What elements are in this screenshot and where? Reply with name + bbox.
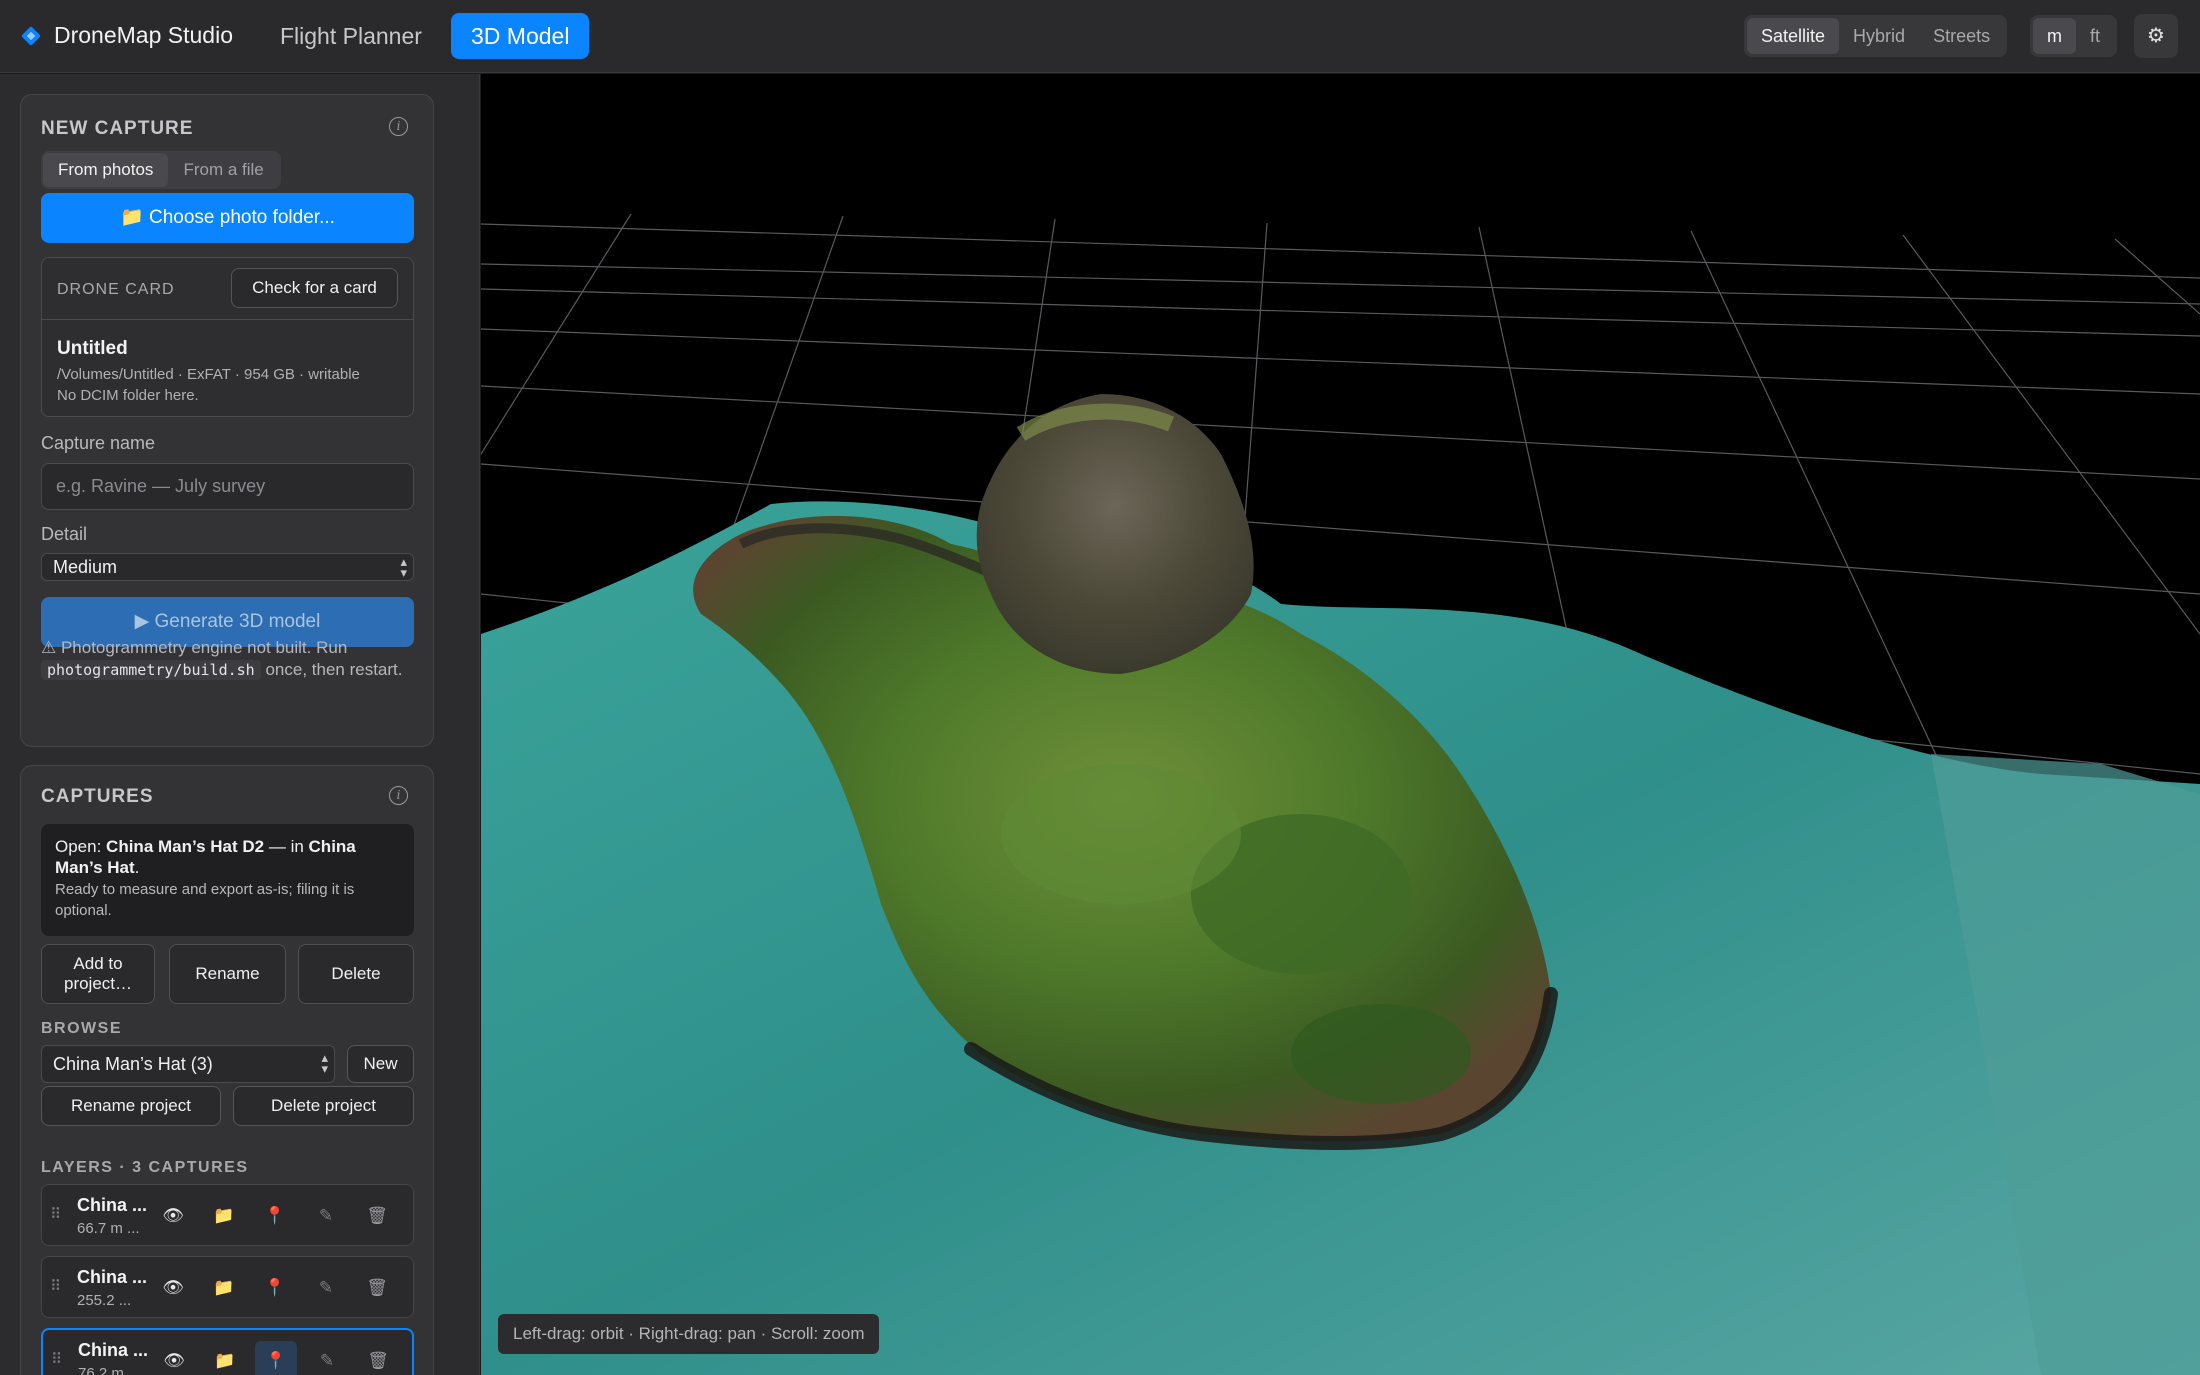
measure-icon[interactable]: 📍 [254, 1196, 296, 1236]
drone-card-panel: DRONE CARD Check for a card Untitled /Vo… [41, 257, 414, 417]
units-meters[interactable]: m [2033, 18, 2076, 54]
drone-card-header: DRONE CARD Check for a card [42, 258, 413, 320]
trash-icon[interactable]: 🗑 [357, 1341, 399, 1375]
detail-label: Detail [41, 524, 88, 544]
engine-warning: ⚠ Photogrammetry engine not built. Run p… [41, 637, 421, 681]
detail-value: Medium [53, 557, 118, 577]
vegetation-patch [1001, 764, 1241, 904]
rename-capture-button[interactable]: Rename [169, 944, 286, 1004]
capture-name-input[interactable] [41, 463, 414, 510]
open-capture-status: Open: China Man’s Hat D2 — in China Man’… [41, 824, 414, 936]
map-style-hybrid[interactable]: Hybrid [1839, 18, 1919, 54]
open-capture-note: Ready to measure and export as-is; filin… [55, 881, 355, 919]
gear-icon: ⚙ [2147, 25, 2165, 47]
captures-panel: CAPTURES i Open: China Man’s Hat D2 — in… [20, 765, 434, 1375]
tab-flight-planner[interactable]: Flight Planner [260, 13, 442, 59]
check-card-button[interactable]: Check for a card [231, 268, 398, 308]
drone-card-name: Untitled [57, 338, 128, 359]
app-brand: DroneMap Studio [20, 22, 233, 49]
eye-icon[interactable]: 👁 [153, 1341, 195, 1375]
folder-icon[interactable]: 📁 [203, 1196, 245, 1236]
sidebar: NEW CAPTURE i From photos From a file 📁 … [0, 74, 480, 1375]
map-style-satellite[interactable]: Satellite [1747, 18, 1840, 54]
edit-icon[interactable]: ✎ [306, 1341, 348, 1375]
choose-photo-folder-button[interactable]: 📁 Choose photo folder... [41, 193, 414, 243]
new-project-button[interactable]: New [347, 1045, 414, 1083]
source-from-photos[interactable]: From photos [43, 153, 169, 187]
app-logo-icon [20, 25, 42, 47]
rename-project-button[interactable]: Rename project [41, 1086, 221, 1126]
units-feet[interactable]: ft [2076, 18, 2114, 54]
measure-icon[interactable]: 📍 [255, 1341, 297, 1375]
map-style-streets[interactable]: Streets [1919, 18, 2004, 54]
updown-chevron-icon: ▴ ▾ [321, 1050, 328, 1076]
layer-size: 255.2 ... [77, 1292, 132, 1309]
rock-peak [976, 394, 1254, 674]
controls-hint: Left-drag: orbit · Right-drag: pan · Scr… [498, 1314, 880, 1354]
layer-name: China ... [77, 1267, 148, 1287]
add-to-project-button[interactable]: Add to project… [41, 944, 155, 1004]
layer-size: 76.2 m ... [78, 1365, 141, 1375]
open-capture-name: China Man’s Hat D2 [106, 837, 265, 856]
trash-icon[interactable]: 🗑 [356, 1268, 398, 1308]
layer-row[interactable]: ⠿ China ... 76.2 m ... 👁 📁 📍 ✎ 🗑 [41, 1328, 414, 1375]
new-capture-panel: NEW CAPTURE i From photos From a file 📁 … [20, 94, 434, 747]
detail-select[interactable]: Medium ▴ ▾ [41, 553, 414, 581]
edit-icon[interactable]: ✎ [305, 1268, 347, 1308]
layer-row[interactable]: ⠿ China ... 255.2 ... 👁 📁 📍 ✎ 🗑 [41, 1256, 414, 1318]
delete-capture-button[interactable]: Delete [298, 944, 414, 1004]
edit-icon[interactable]: ✎ [305, 1196, 347, 1236]
eye-icon[interactable]: 👁 [152, 1268, 194, 1308]
layer-size: 66.7 m ... [77, 1220, 140, 1237]
app-name: DroneMap Studio [54, 22, 233, 48]
info-icon[interactable]: i [389, 786, 408, 805]
new-capture-title: NEW CAPTURE [41, 118, 194, 139]
layer-row[interactable]: ⠿ China ... 66.7 m ... 👁 📁 📍 ✎ 🗑 [41, 1184, 414, 1246]
delete-project-button[interactable]: Delete project [233, 1086, 414, 1126]
tab-3d-model[interactable]: 3D Model [451, 13, 590, 59]
warning-suffix: once, then restart. [265, 660, 403, 679]
drag-handle-icon[interactable]: ⠿ [50, 1277, 61, 1295]
map-style-switcher: Satellite Hybrid Streets [1744, 15, 2008, 57]
eye-icon[interactable]: 👁 [152, 1196, 194, 1236]
project-select-value: China Man’s Hat (3) [53, 1054, 213, 1074]
drone-card-label: DRONE CARD [57, 281, 175, 298]
captures-title: CAPTURES [41, 786, 154, 807]
browse-label: BROWSE [41, 1020, 122, 1037]
units-switcher: m ft [2030, 15, 2118, 57]
layers-label: LAYERS · 3 CAPTURES [41, 1159, 249, 1176]
project-select[interactable]: China Man’s Hat (3) ▴ ▾ [41, 1045, 335, 1083]
drone-card-note: No DCIM folder here. [57, 387, 199, 404]
trash-icon[interactable]: 🗑 [356, 1196, 398, 1236]
3d-scene[interactable] [481, 74, 2200, 1375]
open-capture-line: Open: China Man’s Hat D2 — in China Man’… [55, 837, 356, 877]
updown-chevron-icon: ▴ ▾ [400, 554, 407, 580]
drone-card-details: /Volumes/Untitled · ExFAT · 954 GB · wri… [57, 366, 360, 383]
drag-handle-icon[interactable]: ⠿ [51, 1350, 62, 1368]
source-from-file[interactable]: From a file [168, 153, 278, 187]
vegetation-patch [1291, 1004, 1471, 1104]
measure-icon[interactable]: 📍 [254, 1268, 296, 1308]
3d-viewport[interactable]: Left-drag: orbit · Right-drag: pan · Scr… [481, 74, 2200, 1375]
settings-button[interactable]: ⚙ [2134, 14, 2178, 58]
warning-text: ⚠ Photogrammetry engine not built. Run [41, 638, 348, 657]
drag-handle-icon[interactable]: ⠿ [50, 1205, 61, 1223]
warning-command: photogrammetry/build.sh [41, 660, 261, 680]
source-switcher: From photos From a file [41, 151, 281, 189]
layer-name: China ... [77, 1195, 148, 1215]
layer-name: China ... [78, 1340, 149, 1360]
capture-name-label: Capture name [41, 433, 156, 453]
folder-icon[interactable]: 📁 [204, 1341, 246, 1375]
folder-icon[interactable]: 📁 [203, 1268, 245, 1308]
info-icon[interactable]: i [389, 117, 408, 136]
top-bar: DroneMap Studio Flight Planner 3D Model … [0, 0, 2200, 73]
